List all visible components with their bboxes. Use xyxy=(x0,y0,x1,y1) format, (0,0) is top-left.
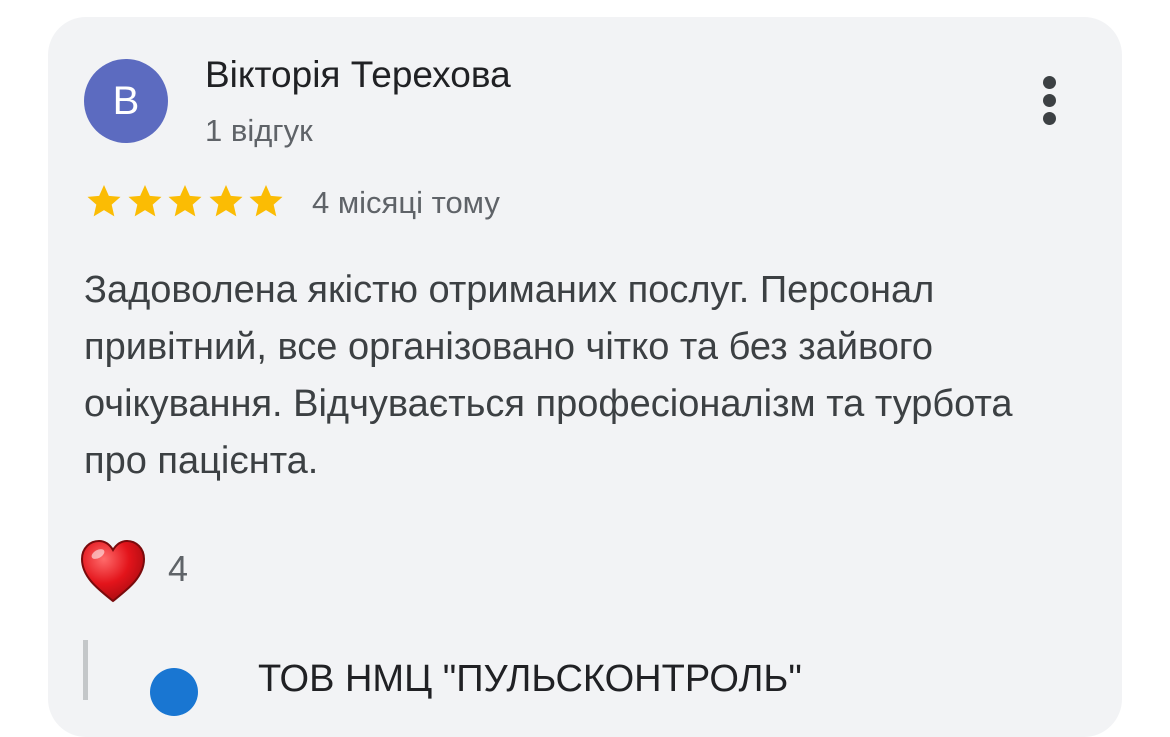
star-rating xyxy=(84,182,287,222)
more-options-button[interactable] xyxy=(1032,72,1068,128)
avatar[interactable]: В xyxy=(84,59,168,143)
reaction-button[interactable] xyxy=(78,537,148,607)
author-name[interactable]: Вікторія Терехова xyxy=(205,54,511,96)
star-icon xyxy=(168,185,202,217)
author-review-count: 1 відгук xyxy=(205,113,313,148)
review-date: 4 місяці тому xyxy=(312,185,500,220)
heart-icon xyxy=(80,539,146,603)
owner-avatar xyxy=(150,668,198,716)
review-text: Задоволена якістю отриманих послуг. Перс… xyxy=(84,269,1013,482)
star-icon xyxy=(249,185,283,217)
owner-reply-name: ТОВ НМЦ "ПУЛЬСКОНТРОЛЬ" xyxy=(258,658,802,700)
avatar-initial: В xyxy=(112,79,140,123)
star-icon xyxy=(128,185,161,217)
owner-reply-divider xyxy=(83,640,88,700)
reaction-count: 4 xyxy=(168,548,189,589)
star-icon xyxy=(209,185,242,217)
star-icon xyxy=(87,185,121,217)
